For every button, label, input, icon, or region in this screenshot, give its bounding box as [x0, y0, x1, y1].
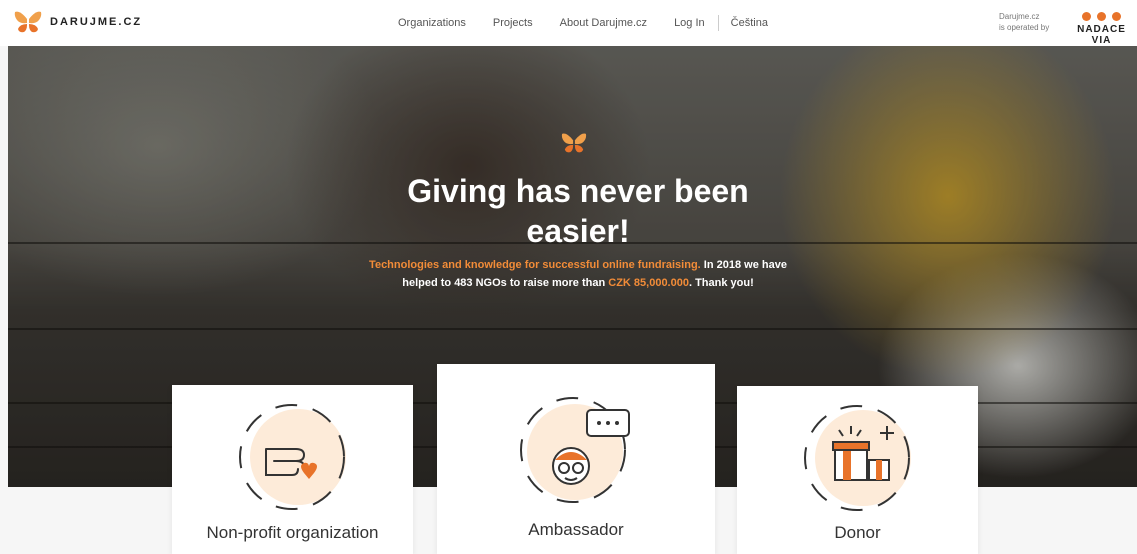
butterfly-icon — [561, 133, 587, 153]
logo-text: DARUJME.CZ — [50, 16, 143, 28]
hero-text-part-2: . Thank you! — [688, 277, 754, 289]
card-nonprofit[interactable]: Non-profit organization — [172, 385, 413, 554]
main-nav: Organizations Projects About Darujme.cz … — [398, 15, 795, 31]
nav-divider — [717, 15, 719, 31]
operated-line-2: is operated by — [999, 23, 1050, 32]
logo-link[interactable]: DARUJME.CZ — [14, 10, 142, 34]
card-ambassador[interactable]: Ambassador — [437, 364, 715, 554]
hand-heart-icon — [239, 404, 346, 510]
site-header: DARUJME.CZ Organizations Projects About … — [0, 0, 1137, 46]
ambassador-icon — [520, 397, 630, 503]
butterfly-logo-icon — [14, 11, 42, 33]
via-dots-icon — [1066, 12, 1137, 21]
card-title: Non-profit organization — [206, 523, 379, 542]
operated-by-note: Darujme.cz is operated by — [999, 11, 1049, 33]
card-title: Ambassador — [528, 520, 624, 539]
hero-title: Giving has never been easier! — [407, 173, 749, 249]
card-donor[interactable]: Donor — [737, 386, 978, 554]
operated-line-1: Darujme.cz — [999, 12, 1040, 21]
card-title: Donor — [834, 523, 881, 542]
language-switch[interactable]: Čeština — [731, 17, 768, 29]
via-text: NADACE VIA — [1077, 24, 1126, 46]
hero-description: Technologies and knowledge for successfu… — [368, 256, 788, 292]
nav-login[interactable]: Log In — [674, 17, 705, 29]
nadace-via-logo[interactable]: NADACE VIA — [1066, 12, 1137, 46]
hero-highlight: Technologies and knowledge for successfu… — [369, 259, 701, 271]
nav-about[interactable]: About Darujme.cz — [560, 17, 647, 29]
nav-projects[interactable]: Projects — [493, 17, 533, 29]
gift-icon — [804, 405, 911, 511]
nav-organizations[interactable]: Organizations — [398, 17, 466, 29]
hero-amount: CZK 85,000.000 — [608, 277, 689, 289]
